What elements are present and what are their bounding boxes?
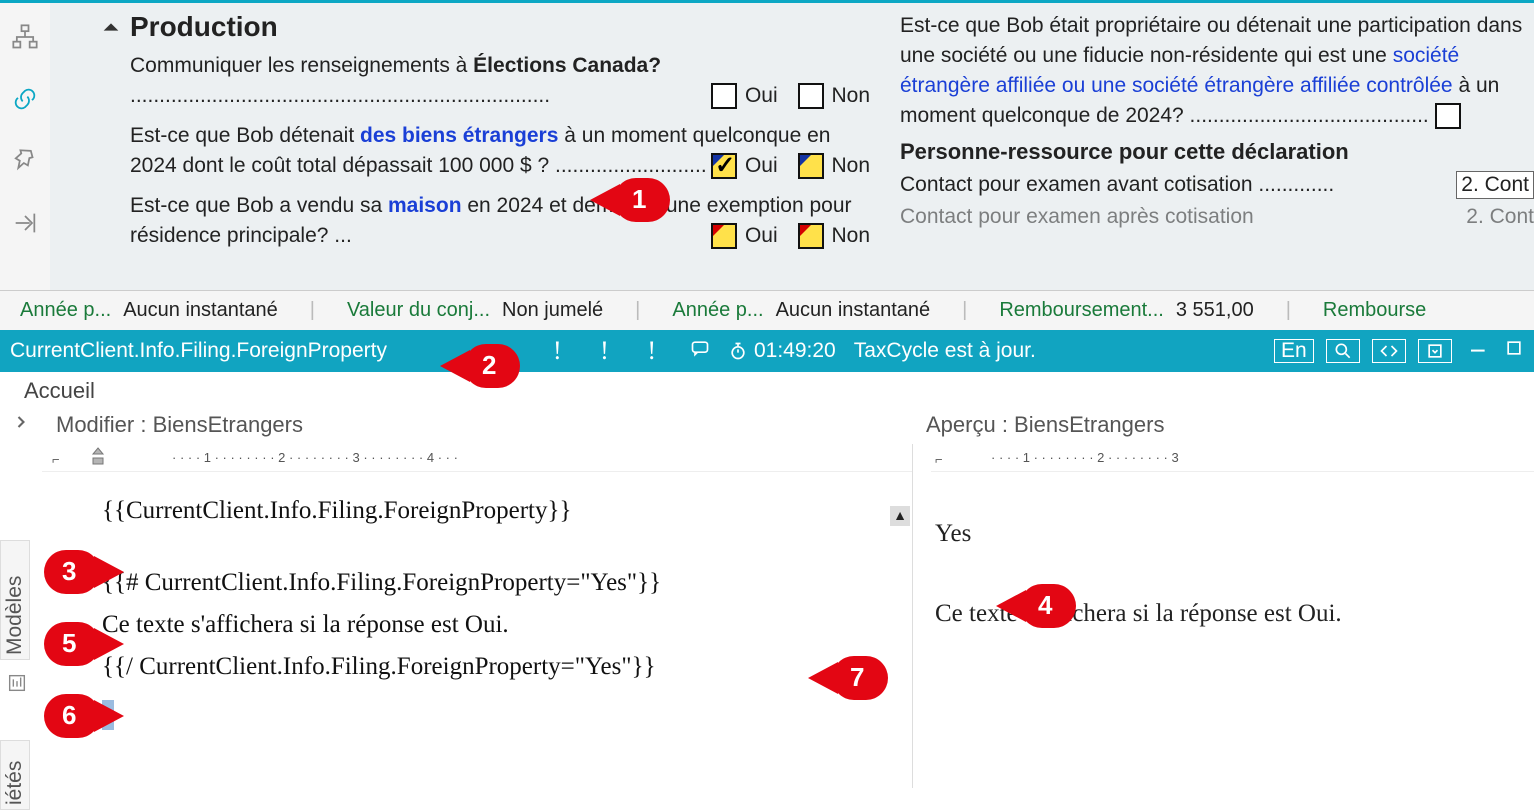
- foreign-property-link[interactable]: des biens étrangers: [360, 124, 558, 147]
- question-principal-residence: Est-ce que Bob a vendu sa maison en 2024…: [130, 191, 870, 251]
- status-message: TaxCycle est à jour.: [854, 339, 1036, 363]
- summary-refund[interactable]: Remboursement... 3 551,00: [999, 299, 1253, 322]
- scroll-up-button[interactable]: ▲: [890, 506, 910, 526]
- language-button[interactable]: En: [1274, 339, 1314, 363]
- code-line-4: {{/ CurrentClient.Info.Filing.ForeignPro…: [102, 646, 912, 688]
- summary-bar: Année p... Aucun instantané | Valeur du …: [0, 290, 1534, 330]
- callout-5: 5: [44, 622, 100, 666]
- status-bar: CurrentClient.Info.Filing.ForeignPropert…: [0, 330, 1534, 372]
- contact-heading: Personne-ressource pour cette déclaratio…: [900, 139, 1534, 165]
- foreign-no-checkbox[interactable]: [798, 153, 824, 179]
- contact-post-assessment: Contact pour examen après cotisation 2. …: [900, 205, 1534, 229]
- section-title: Production: [130, 11, 278, 43]
- code-line-3: Ce texte s'affichera si la réponse est O…: [102, 604, 912, 646]
- question-elections: Communiquer les renseignements à Électio…: [130, 51, 870, 111]
- residence-yes-checkbox[interactable]: [711, 223, 737, 249]
- code-body[interactable]: {{CurrentClient.Info.Filing.ForeignPrope…: [42, 472, 912, 730]
- pin-icon[interactable]: [11, 147, 39, 181]
- section-heading[interactable]: Production: [100, 11, 870, 43]
- question-foreign-affiliate: Est-ce que Bob était propriétaire ou dét…: [900, 11, 1534, 131]
- chevron-up-icon: [100, 16, 122, 38]
- elections-no-checkbox[interactable]: [798, 83, 824, 109]
- search-icon[interactable]: [1326, 339, 1360, 363]
- sidebar-templates-icon: [6, 672, 28, 700]
- foreign-yes-checkbox[interactable]: [711, 153, 737, 179]
- dropdown-icon[interactable]: [1418, 339, 1452, 363]
- alert-icons[interactable]: ! ! !: [553, 336, 672, 366]
- code-line-1: {{CurrentClient.Info.Filing.ForeignPrope…: [102, 490, 912, 532]
- form-right-column: Est-ce que Bob était propriétaire ou dét…: [870, 11, 1534, 290]
- callout-2: 2: [464, 344, 520, 388]
- callout-1: 1: [614, 178, 670, 222]
- preview-line-1: Yes: [935, 512, 1534, 556]
- contact-pre-assessment: Contact pour examen avant cotisation ...…: [900, 171, 1534, 199]
- chat-icon[interactable]: [690, 338, 710, 364]
- edit-pane[interactable]: ⌐ · · · · 1 · · · · · · · · 2 · · · · · …: [42, 444, 912, 788]
- affiliate-checkbox[interactable]: [1435, 103, 1461, 129]
- callout-6: 6: [44, 694, 100, 738]
- sitemap-icon[interactable]: [11, 23, 39, 57]
- sidebar-tab-properties[interactable]: iétés: [0, 740, 30, 810]
- summary-prior-year-2[interactable]: Année p... Aucun instantané: [672, 299, 930, 322]
- preview-pane-title[interactable]: Aperçu : BiensEtrangers: [912, 408, 1178, 443]
- house-link[interactable]: maison: [388, 194, 462, 217]
- template-editor: Modifier : BiensEtrangers Aperçu : Biens…: [0, 408, 1534, 788]
- edit-ruler[interactable]: ⌐ · · · · 1 · · · · · · · · 2 · · · · · …: [42, 444, 912, 472]
- preview-ruler[interactable]: ⌐ · · · · 1 · · · · · · · · 2 · · · · · …: [931, 444, 1534, 472]
- form-content: Production Communiquer les renseignement…: [50, 3, 1534, 290]
- field-path[interactable]: CurrentClient.Info.Filing.ForeignPropert…: [10, 339, 387, 363]
- form-area: Production Communiquer les renseignement…: [0, 0, 1534, 290]
- summary-refund-2[interactable]: Rembourse: [1323, 299, 1426, 322]
- contact-pre-value[interactable]: 2. Cont: [1456, 171, 1534, 199]
- collapse-icon[interactable]: [11, 209, 39, 243]
- callout-7: 7: [832, 656, 888, 700]
- minimize-icon[interactable]: −: [1464, 335, 1492, 367]
- summary-prior-year-1[interactable]: Année p... Aucun instantané: [20, 299, 278, 322]
- code-icon[interactable]: [1372, 339, 1406, 363]
- callout-3: 3: [44, 550, 100, 594]
- edit-pane-title[interactable]: Modifier : BiensEtrangers: [42, 408, 912, 443]
- code-line-2: {{# CurrentClient.Info.Filing.ForeignPro…: [102, 562, 912, 604]
- callout-4: 4: [1020, 584, 1076, 628]
- timer-icon[interactable]: 01:49:20: [728, 339, 836, 363]
- side-icon-rail: [0, 3, 50, 290]
- elections-yes-checkbox[interactable]: [711, 83, 737, 109]
- form-left-column: Production Communiquer les renseignement…: [100, 11, 870, 290]
- summary-spouse-value[interactable]: Valeur du conj... Non jumelé: [347, 299, 603, 322]
- link-icon[interactable]: [11, 85, 39, 119]
- tab-home[interactable]: Accueil: [0, 372, 1534, 408]
- residence-no-checkbox[interactable]: [798, 223, 824, 249]
- indent-marker-icon[interactable]: [88, 446, 108, 469]
- maximize-icon[interactable]: [1504, 338, 1524, 364]
- question-foreign-property: Est-ce que Bob détenait des biens étrang…: [130, 121, 870, 181]
- sidebar-tab-templates[interactable]: Modèles: [0, 540, 30, 660]
